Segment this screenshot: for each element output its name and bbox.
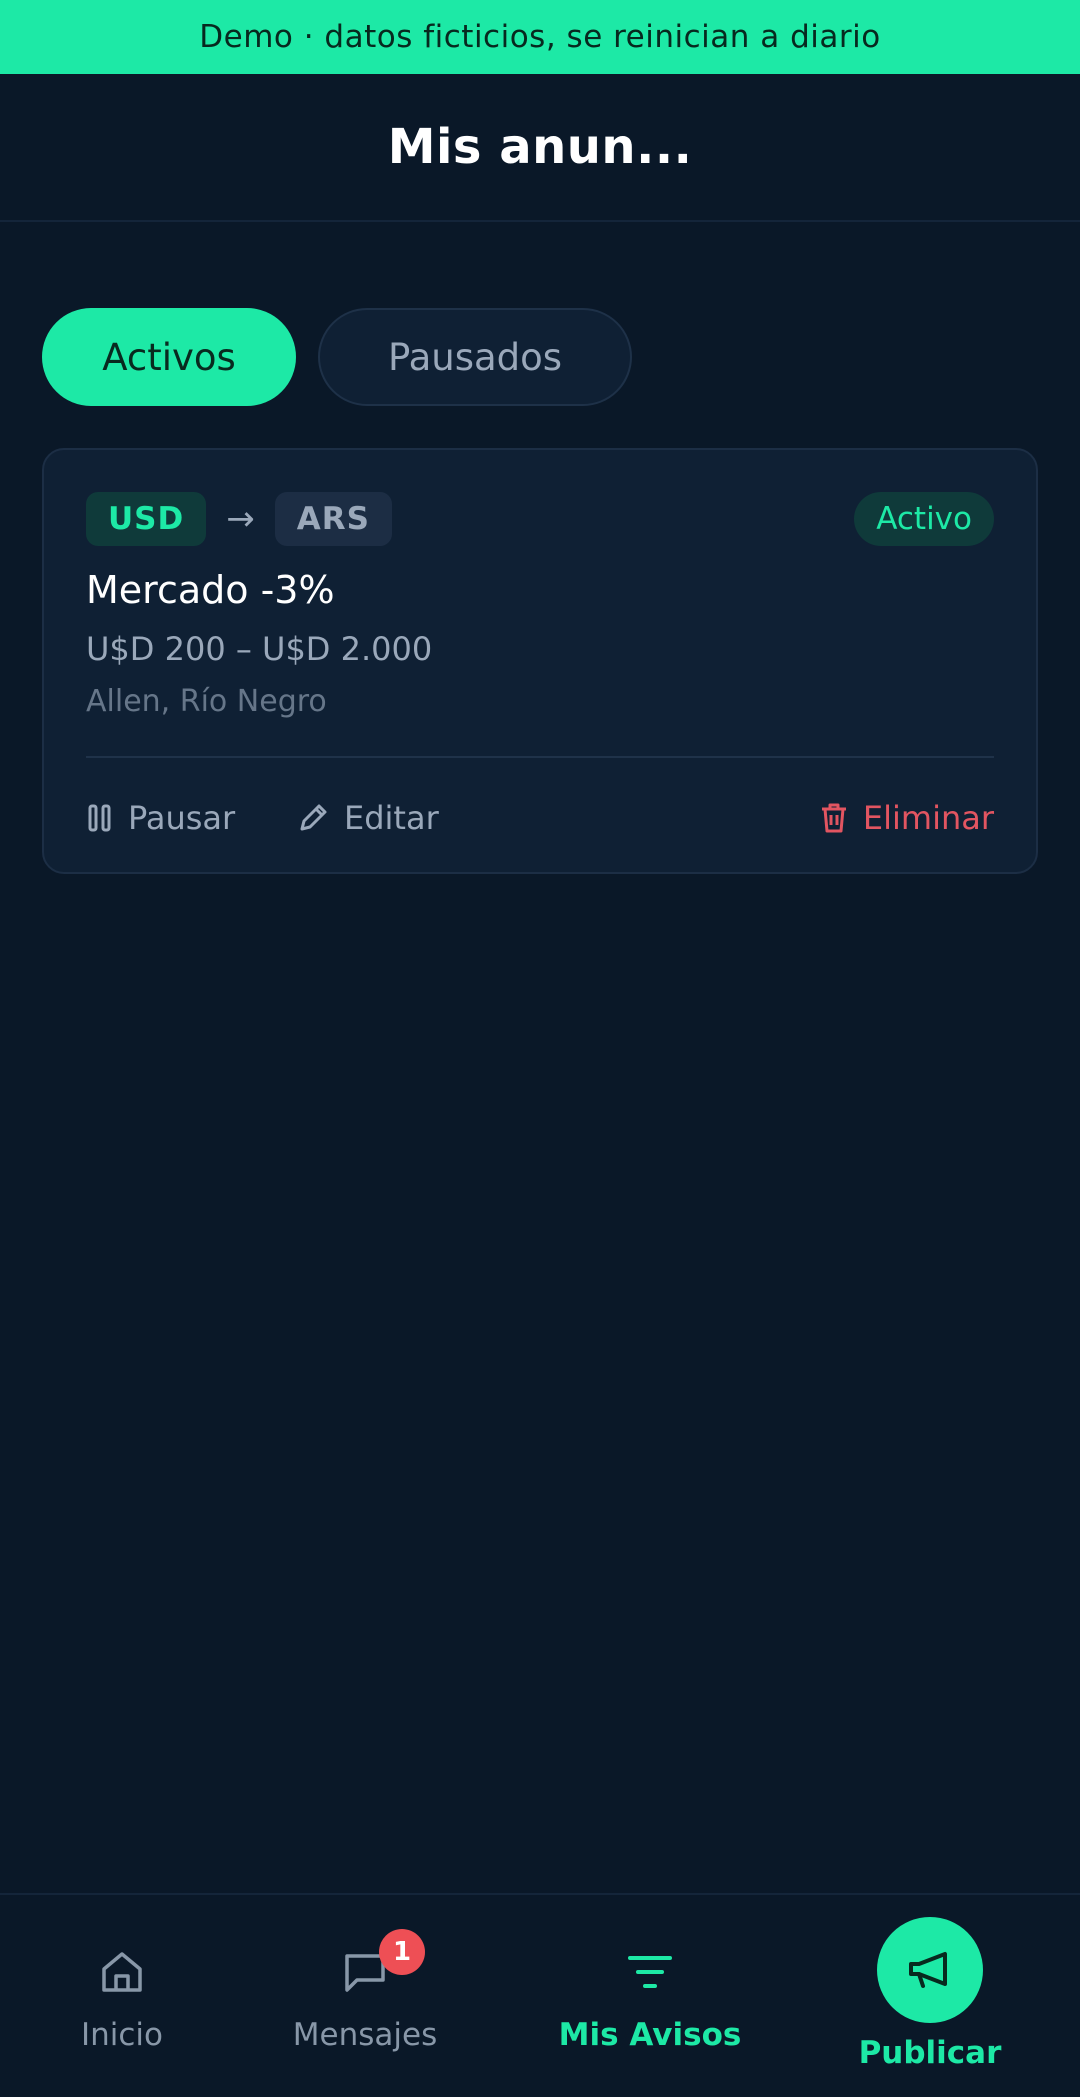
app-screen: Demo · datos ficticios, se reinician a d… xyxy=(0,0,1080,2097)
pause-label: Pausar xyxy=(128,799,236,837)
trash-icon xyxy=(821,803,846,833)
delete-label: Eliminar xyxy=(862,799,994,837)
messages-count-badge: 1 xyxy=(379,1929,425,1975)
listing-title: Mercado -3% xyxy=(86,568,335,612)
pause-button[interactable]: Pausar xyxy=(86,788,235,848)
tab-activos-label: Activos xyxy=(102,335,236,379)
nav-label-mensajes: Mensajes xyxy=(292,2017,438,2053)
demo-banner: Demo · datos ficticios, se reinician a d… xyxy=(0,0,1080,74)
listing-location: Allen, Río Negro xyxy=(86,684,327,719)
nav-label-inicio: Inicio xyxy=(80,2017,164,2053)
nav-label-publicar: Publicar xyxy=(858,2035,1002,2071)
tab-activos[interactable]: Activos xyxy=(42,308,296,406)
delete-button[interactable]: Eliminar xyxy=(819,788,994,848)
arrow-right-icon: → xyxy=(226,499,255,539)
card-actions: Pausar Editar Eliminar xyxy=(86,788,994,848)
pause-icon xyxy=(88,804,111,832)
home-icon xyxy=(98,1945,146,1999)
edit-label: Editar xyxy=(344,799,439,837)
bottom-nav: Inicio 1 Mensajes Mis Avisos Publicar xyxy=(0,1893,1080,2097)
from-currency-badge: USD xyxy=(86,492,207,546)
pencil-icon xyxy=(300,804,327,831)
filter-icon xyxy=(626,1945,674,1999)
status-badge: Activo xyxy=(854,492,994,546)
status-tabs: Activos Pausados xyxy=(42,308,632,406)
demo-banner-text: Demo · datos ficticios, se reinician a d… xyxy=(199,19,881,55)
nav-label-mis-avisos: Mis Avisos xyxy=(558,2017,742,2053)
nav-item-inicio[interactable]: Inicio xyxy=(62,1895,182,2097)
page-title: Mis anun... xyxy=(387,119,693,175)
edit-button[interactable]: Editar xyxy=(296,788,439,848)
tab-pausados[interactable]: Pausados xyxy=(318,308,632,406)
tab-pausados-label: Pausados xyxy=(387,335,563,379)
currency-pair: USD → ARS xyxy=(86,492,392,546)
nav-item-mensajes[interactable]: 1 Mensajes xyxy=(270,1895,460,2097)
listing-card[interactable]: USD → ARS Activo Mercado -3% U$D 200 – U… xyxy=(42,448,1038,874)
chat-icon: 1 xyxy=(341,1929,425,1999)
nav-item-mis-avisos[interactable]: Mis Avisos xyxy=(540,1895,760,2097)
megaphone-icon xyxy=(877,1917,983,2023)
card-divider xyxy=(86,756,994,758)
nav-item-publicar[interactable]: Publicar xyxy=(840,1895,1020,2097)
listing-range: U$D 200 – U$D 2.000 xyxy=(86,630,433,668)
to-currency-badge: ARS xyxy=(274,492,392,546)
header: Mis anun... xyxy=(0,74,1080,222)
